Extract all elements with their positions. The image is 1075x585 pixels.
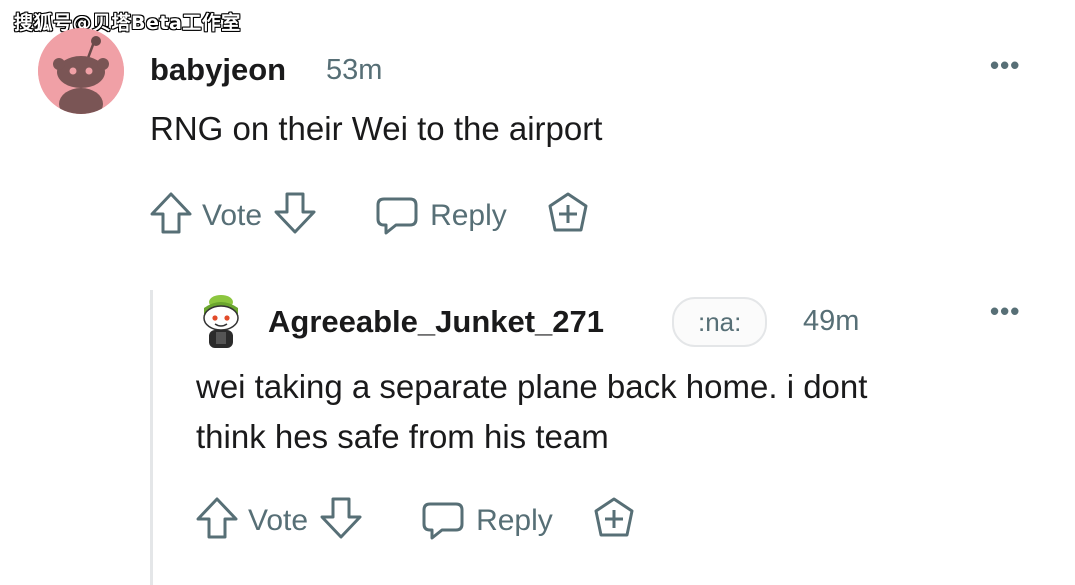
award-button[interactable] — [545, 190, 591, 241]
comment-author[interactable]: Agreeable_Junket_271 — [268, 304, 604, 340]
comment-actions: Vote Reply — [194, 495, 637, 546]
reply-label: Reply — [476, 503, 553, 537]
award-plus-icon — [594, 497, 634, 537]
reply-button[interactable]: Reply — [420, 498, 553, 544]
comment-timestamp: 49m — [803, 305, 860, 337]
comment-timestamp: 53m — [326, 54, 383, 86]
comment-author[interactable]: babyjeon — [150, 52, 286, 88]
downvote-arrow-icon[interactable] — [318, 495, 364, 546]
reply-label: Reply — [430, 198, 507, 232]
comment-body: RNG on their Wei to the airport — [150, 110, 603, 147]
upvote-arrow-icon[interactable] — [194, 495, 240, 546]
user-avatar[interactable] — [38, 28, 124, 114]
more-options-icon[interactable]: ••• — [990, 50, 1020, 81]
vote-label: Vote — [202, 198, 263, 232]
user-flair-badge: :na: — [672, 297, 768, 347]
thread-line[interactable] — [150, 290, 153, 585]
reddit-comment-thread: 搜狐号@贝塔Beta工作室 babyjeon 53m ••• RNG on th… — [0, 0, 1075, 585]
reddit-snoo-avatar-icon — [203, 295, 239, 348]
upvote-arrow-icon[interactable] — [148, 190, 194, 241]
downvote-arrow-icon[interactable] — [272, 190, 318, 241]
comment-body-line: think hes safe from his team — [196, 418, 609, 455]
reddit-snoo-avatar-icon — [38, 28, 124, 114]
award-plus-icon — [548, 192, 588, 232]
comment-bubble-icon — [422, 502, 464, 539]
comment-body-line: wei taking a separate plane back home. i… — [196, 368, 868, 405]
comment-actions: Vote Reply — [148, 190, 591, 241]
reply-button[interactable]: Reply — [374, 193, 507, 239]
award-button[interactable] — [591, 495, 637, 546]
user-avatar[interactable] — [194, 292, 248, 350]
more-options-icon[interactable]: ••• — [990, 296, 1020, 327]
watermark: 搜狐号@贝塔Beta工作室 — [14, 12, 241, 34]
comment-bubble-icon — [376, 197, 418, 234]
comment-body: wei taking a separate plane back home. i… — [196, 362, 1056, 462]
vote-label: Vote — [248, 503, 309, 537]
